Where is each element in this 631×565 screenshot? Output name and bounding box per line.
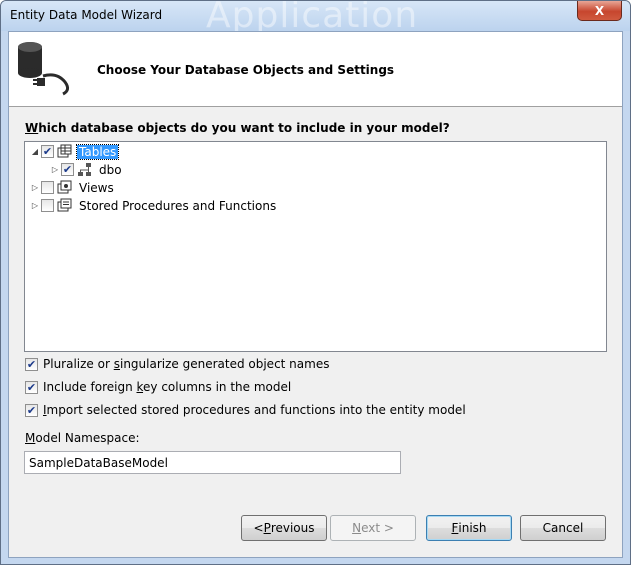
- title-bar[interactable]: Entity Data Model Wizard Application X: [1, 1, 630, 36]
- model-namespace-input[interactable]: [24, 451, 401, 474]
- database-connection-icon: [18, 42, 70, 96]
- tree-label-stored-procedures: Stored Procedures and Functions: [79, 198, 277, 213]
- views-checkbox[interactable]: [41, 181, 54, 194]
- wizard-window: Entity Data Model Wizard Application X C…: [0, 0, 631, 565]
- window-title: Entity Data Model Wizard: [10, 8, 163, 22]
- tree-label-tables: Tables: [75, 143, 120, 160]
- pluralize-option[interactable]: ✔ Pluralize or singularize generated obj…: [25, 355, 329, 373]
- foreign-keys-label: Include foreign key columns in the model: [43, 380, 292, 394]
- wizard-header: Choose Your Database Objects and Setting…: [9, 32, 622, 107]
- import-procedures-label: Import selected stored procedures and fu…: [43, 403, 466, 417]
- tree-item-views[interactable]: ▷ Views: [29, 179, 116, 196]
- tables-icon: [57, 144, 72, 157]
- collapse-arrow-icon[interactable]: ◢: [29, 143, 41, 160]
- stored-procedures-icon: [57, 198, 72, 211]
- dbo-checkbox[interactable]: ✔: [61, 163, 74, 176]
- stored-procedures-checkbox[interactable]: [41, 199, 54, 212]
- import-procedures-checkbox[interactable]: ✔: [25, 403, 38, 417]
- finish-button[interactable]: Finish: [426, 515, 512, 541]
- import-procedures-option[interactable]: ✔ Import selected stored procedures and …: [25, 401, 466, 419]
- tree-item-tables[interactable]: ◢ ✔ Tables: [29, 143, 120, 160]
- close-icon: X: [594, 3, 605, 18]
- foreign-keys-checkbox[interactable]: ✔: [25, 380, 38, 394]
- close-button[interactable]: X: [577, 1, 622, 21]
- cancel-button[interactable]: Cancel: [520, 515, 606, 541]
- previous-button[interactable]: < Previous: [241, 515, 327, 541]
- tables-checkbox[interactable]: ✔: [41, 145, 54, 158]
- tree-item-stored-procedures[interactable]: ▷ Stored Procedures and Functions: [29, 197, 278, 214]
- expand-arrow-icon[interactable]: ▷: [29, 197, 41, 214]
- pluralize-label: Pluralize or singularize generated objec…: [43, 357, 330, 371]
- dialog-body: Choose Your Database Objects and Setting…: [8, 31, 623, 558]
- pluralize-checkbox[interactable]: ✔: [25, 357, 38, 371]
- objects-label: Which database objects do you want to in…: [25, 121, 450, 135]
- tree-label-views: Views: [79, 180, 114, 195]
- page-title: Choose Your Database Objects and Setting…: [97, 63, 395, 77]
- expand-arrow-icon[interactable]: ▷: [49, 161, 61, 178]
- model-namespace-label: Model Namespace:: [25, 431, 140, 445]
- tree-item-dbo[interactable]: ▷ ✔ dbo: [49, 161, 124, 178]
- foreign-keys-option[interactable]: ✔ Include foreign key columns in the mod…: [25, 378, 291, 396]
- schema-icon: [78, 162, 91, 176]
- expand-arrow-icon[interactable]: ▷: [29, 179, 41, 196]
- database-objects-tree[interactable]: ◢ ✔ Tables ▷ ✔ dbo ▷ Views ▷ Stored Proc…: [24, 141, 607, 352]
- next-button[interactable]: Next >: [330, 515, 416, 541]
- views-icon: [57, 180, 72, 193]
- tree-label-dbo: dbo: [99, 162, 122, 177]
